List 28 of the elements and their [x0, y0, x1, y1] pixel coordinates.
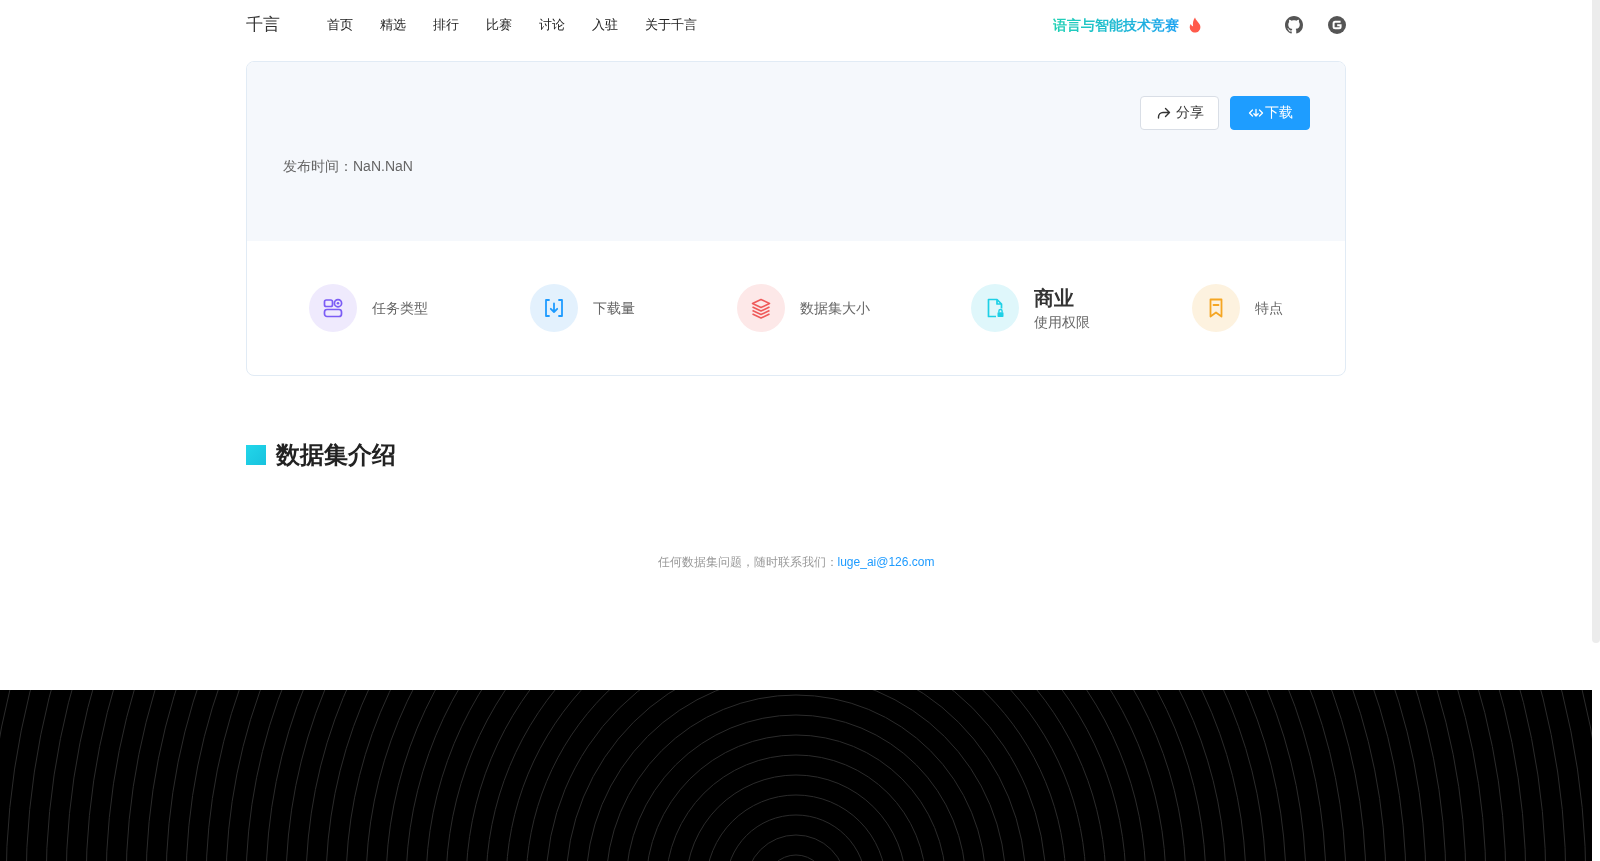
stat-value: 商业 — [1034, 286, 1075, 311]
section-marker-icon — [246, 445, 266, 465]
publish-time: 发布时间：NaN.NaN — [283, 157, 413, 176]
section-title: 数据集介绍 — [276, 440, 396, 470]
site-logo[interactable]: 千言 — [246, 15, 280, 35]
flame-icon — [1188, 17, 1202, 33]
nav-link[interactable]: 排行 — [433, 16, 459, 34]
share-icon — [1155, 105, 1172, 121]
stat-label: 使用权限 — [1034, 313, 1091, 332]
nav-link[interactable]: 讨论 — [539, 16, 565, 34]
nav-link[interactable]: 比赛 — [486, 16, 512, 34]
contact-text: 任何数据集问题，随时联系我们：luge_ai@126.com — [657, 554, 935, 571]
bracket-download-icon — [529, 284, 578, 332]
stat-label: 下载量 — [592, 299, 635, 318]
stat-label: 任务类型 — [372, 299, 428, 318]
bookmark-icon — [1192, 284, 1240, 332]
cat-logo-icon[interactable] — [1285, 16, 1303, 34]
layers-icon — [736, 284, 785, 332]
stat-label: 数据集大小 — [799, 299, 870, 318]
share-button[interactable]: 分享 — [1140, 96, 1219, 130]
nav-link[interactable]: 入驻 — [592, 16, 618, 34]
stat-label: 特点 — [1255, 299, 1283, 318]
nav-link[interactable]: 关于千言 — [645, 16, 697, 34]
nav-link[interactable]: 首页 — [327, 16, 353, 34]
letter-g-icon[interactable] — [1328, 16, 1346, 34]
document-lock-icon — [971, 284, 1020, 332]
nav-link[interactable]: 精选 — [380, 16, 406, 34]
blocks-icon — [309, 284, 357, 332]
